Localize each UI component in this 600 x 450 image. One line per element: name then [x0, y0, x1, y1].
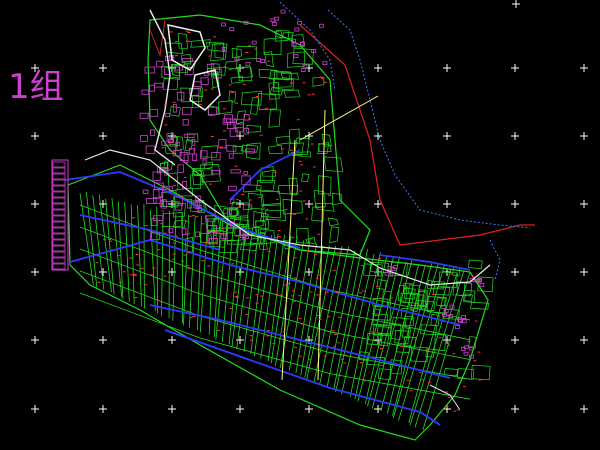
- cad-viewport[interactable]: 1组: [0, 0, 600, 450]
- group-label: 1组: [8, 67, 64, 107]
- cad-drawing: [0, 0, 600, 450]
